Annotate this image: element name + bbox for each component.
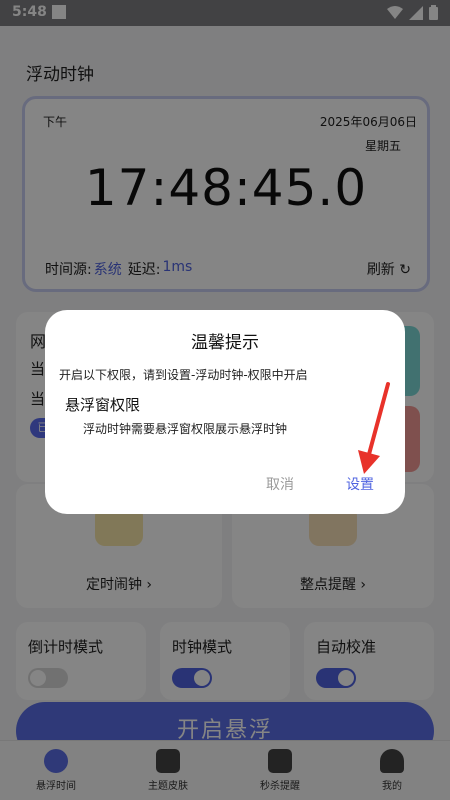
dialog-title: 温馨提示 [191, 333, 259, 353]
cancel-button[interactable]: 取消 [251, 474, 309, 494]
dialog-message: 开启以下权限，请到设置-浮动时钟-权限中开启 [59, 368, 308, 382]
permission-description: 浮动时钟需要悬浮窗权限展示悬浮时钟 [83, 422, 288, 436]
permission-title: 悬浮窗权限 [65, 396, 141, 414]
red-arrow-pointer [358, 382, 390, 474]
